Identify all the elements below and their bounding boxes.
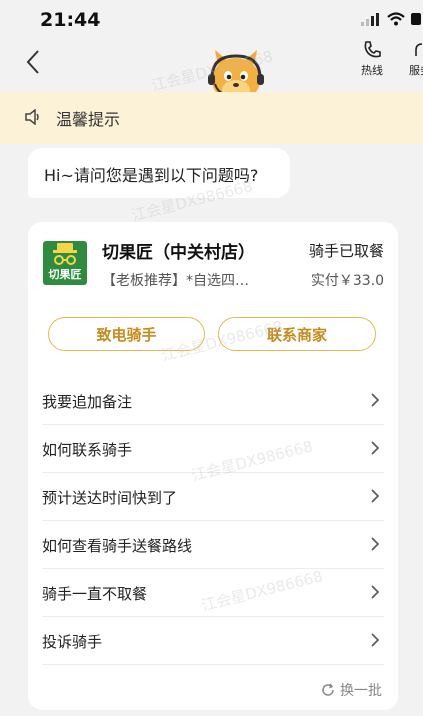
order-description: 【老板推荐】*自选四… [102,273,249,289]
hotline-button[interactable]: 热线 [357,40,387,78]
contact-merchant-button[interactable]: 联系商家 [218,317,376,351]
faq-item[interactable]: 如何联系骑手 [42,425,384,473]
chevron-right-icon [371,393,380,407]
glasses-hat-icon [53,243,77,265]
call-rider-button[interactable]: 致电骑手 [48,317,205,351]
hotline-label: 热线 [361,64,383,77]
faq-item[interactable]: 我要追加备注 [42,377,384,425]
order-card: 切果匠 切果匠（中关村店） 骑手已取餐 【老板推荐】*自选四… 实付￥33.0 … [28,222,398,710]
status-time: 21:44 [40,9,101,31]
faq-item-label: 预计送达时间快到了 [42,489,178,507]
status-bar: 21:44 [0,0,423,36]
chevron-right-icon [371,489,380,503]
notice-text: 温馨提示 [56,110,121,129]
faq-item-label: 投诉骑手 [42,633,103,651]
refresh-label: 换一批 [340,683,382,699]
greeting-text: Hi~请问您是遇到以下问题吗? [44,166,259,185]
phone-icon [364,41,381,58]
refresh-button[interactable]: 换一批 [321,680,382,700]
refresh-icon [322,683,334,696]
faq-item-label: 我要追加备注 [42,393,133,411]
store-name[interactable]: 切果匠（中关村店） [102,238,255,263]
greeting-bubble: Hi~请问您是遇到以下问题吗? [28,148,290,198]
store-logo[interactable]: 切果匠 [43,241,87,285]
signal-icon [361,13,379,26]
faq-item[interactable]: 骑手一直不取餐 [42,569,384,617]
faq-item-label: 如何联系骑手 [42,441,133,459]
wifi-icon [387,12,405,26]
chevron-right-icon [371,633,380,647]
battery-icon [411,13,421,25]
notice-banner[interactable]: 温馨提示 [0,92,423,144]
order-status: 骑手已取餐 [308,242,384,260]
faq-item-label: 如何查看骑手送餐路线 [42,537,193,555]
order-paid-amount: 实付￥33.0 [310,273,384,289]
service-label: 服务 [409,64,423,77]
service-button[interactable]: 服务 [403,40,423,78]
status-icons [361,12,421,26]
chevron-right-icon [371,537,380,551]
faq-item[interactable]: 如何查看骑手送餐路线 [42,521,384,569]
faq-item[interactable]: 投诉骑手 [42,617,384,665]
service-icon [415,43,423,56]
chevron-right-icon [371,585,380,599]
faq-item-label: 骑手一直不取餐 [42,585,148,603]
logo-text: 切果匠 [48,268,82,281]
faq-item[interactable]: 预计送达时间快到了 [42,473,384,521]
chevron-right-icon [371,441,380,455]
speaker-icon [25,109,39,125]
back-button[interactable] [22,48,44,76]
